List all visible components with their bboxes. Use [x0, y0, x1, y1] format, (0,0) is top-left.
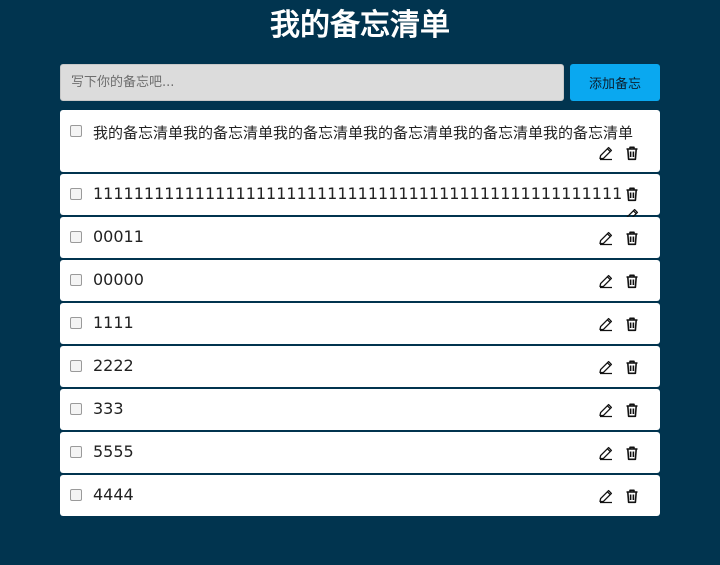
pencil-icon[interactable] — [598, 488, 614, 504]
pencil-icon[interactable] — [598, 230, 614, 246]
add-memo-form: 添加备忘 — [60, 64, 660, 101]
memo-checkbox[interactable] — [70, 188, 82, 200]
memo-text: 4444 — [93, 485, 134, 504]
memo-checkbox[interactable] — [70, 274, 82, 286]
trash-icon[interactable] — [624, 402, 640, 418]
add-memo-button[interactable]: 添加备忘 — [570, 64, 660, 101]
memo-item: 2222 — [60, 346, 660, 387]
memo-checkbox[interactable] — [70, 446, 82, 458]
memo-item: 00011 — [60, 217, 660, 258]
pencil-icon[interactable] — [598, 402, 614, 418]
memo-text: 00011 — [93, 227, 144, 246]
memo-item: 5555 — [60, 432, 660, 473]
trash-icon[interactable] — [624, 145, 640, 161]
memo-text: 我的备忘清单我的备忘清单我的备忘清单我的备忘清单我的备忘清单我的备忘清单 — [93, 124, 634, 142]
memo-text: 1111 — [93, 313, 134, 332]
memo-text: 5555 — [93, 442, 134, 461]
memo-item: 我的备忘清单我的备忘清单我的备忘清单我的备忘清单我的备忘清单我的备忘清单 — [60, 110, 660, 172]
memo-checkbox[interactable] — [70, 317, 82, 329]
memo-text: 1111111111111111111111111111111111111111… — [93, 184, 623, 203]
pencil-icon[interactable] — [598, 316, 614, 332]
trash-icon[interactable] — [624, 316, 640, 332]
memo-input[interactable] — [60, 64, 564, 101]
trash-icon[interactable] — [624, 359, 640, 375]
trash-icon[interactable] — [624, 488, 640, 504]
trash-icon[interactable] — [624, 445, 640, 461]
trash-icon[interactable] — [624, 230, 640, 246]
memo-checkbox[interactable] — [70, 231, 82, 243]
memo-item: 00000 — [60, 260, 660, 301]
memo-checkbox[interactable] — [70, 489, 82, 501]
pencil-icon[interactable] — [598, 359, 614, 375]
memo-item: 1111111111111111111111111111111111111111… — [60, 174, 660, 223]
memo-text: 2222 — [93, 356, 134, 375]
trash-icon[interactable] — [624, 186, 640, 202]
page-title: 我的备忘清单 — [270, 8, 450, 43]
memo-item: 1111 — [60, 303, 660, 344]
memo-text: 333 — [93, 399, 124, 418]
pencil-icon[interactable] — [598, 445, 614, 461]
memo-item: 4444 — [60, 475, 660, 516]
memo-text: 00000 — [93, 270, 144, 289]
memo-checkbox[interactable] — [70, 403, 82, 415]
trash-icon[interactable] — [624, 273, 640, 289]
memo-checkbox[interactable] — [70, 360, 82, 372]
pencil-icon[interactable] — [598, 273, 614, 289]
memo-item: 333 — [60, 389, 660, 430]
memo-list: 我的备忘清单我的备忘清单我的备忘清单我的备忘清单我的备忘清单我的备忘清单 111… — [60, 110, 660, 518]
pencil-icon[interactable] — [598, 145, 614, 161]
